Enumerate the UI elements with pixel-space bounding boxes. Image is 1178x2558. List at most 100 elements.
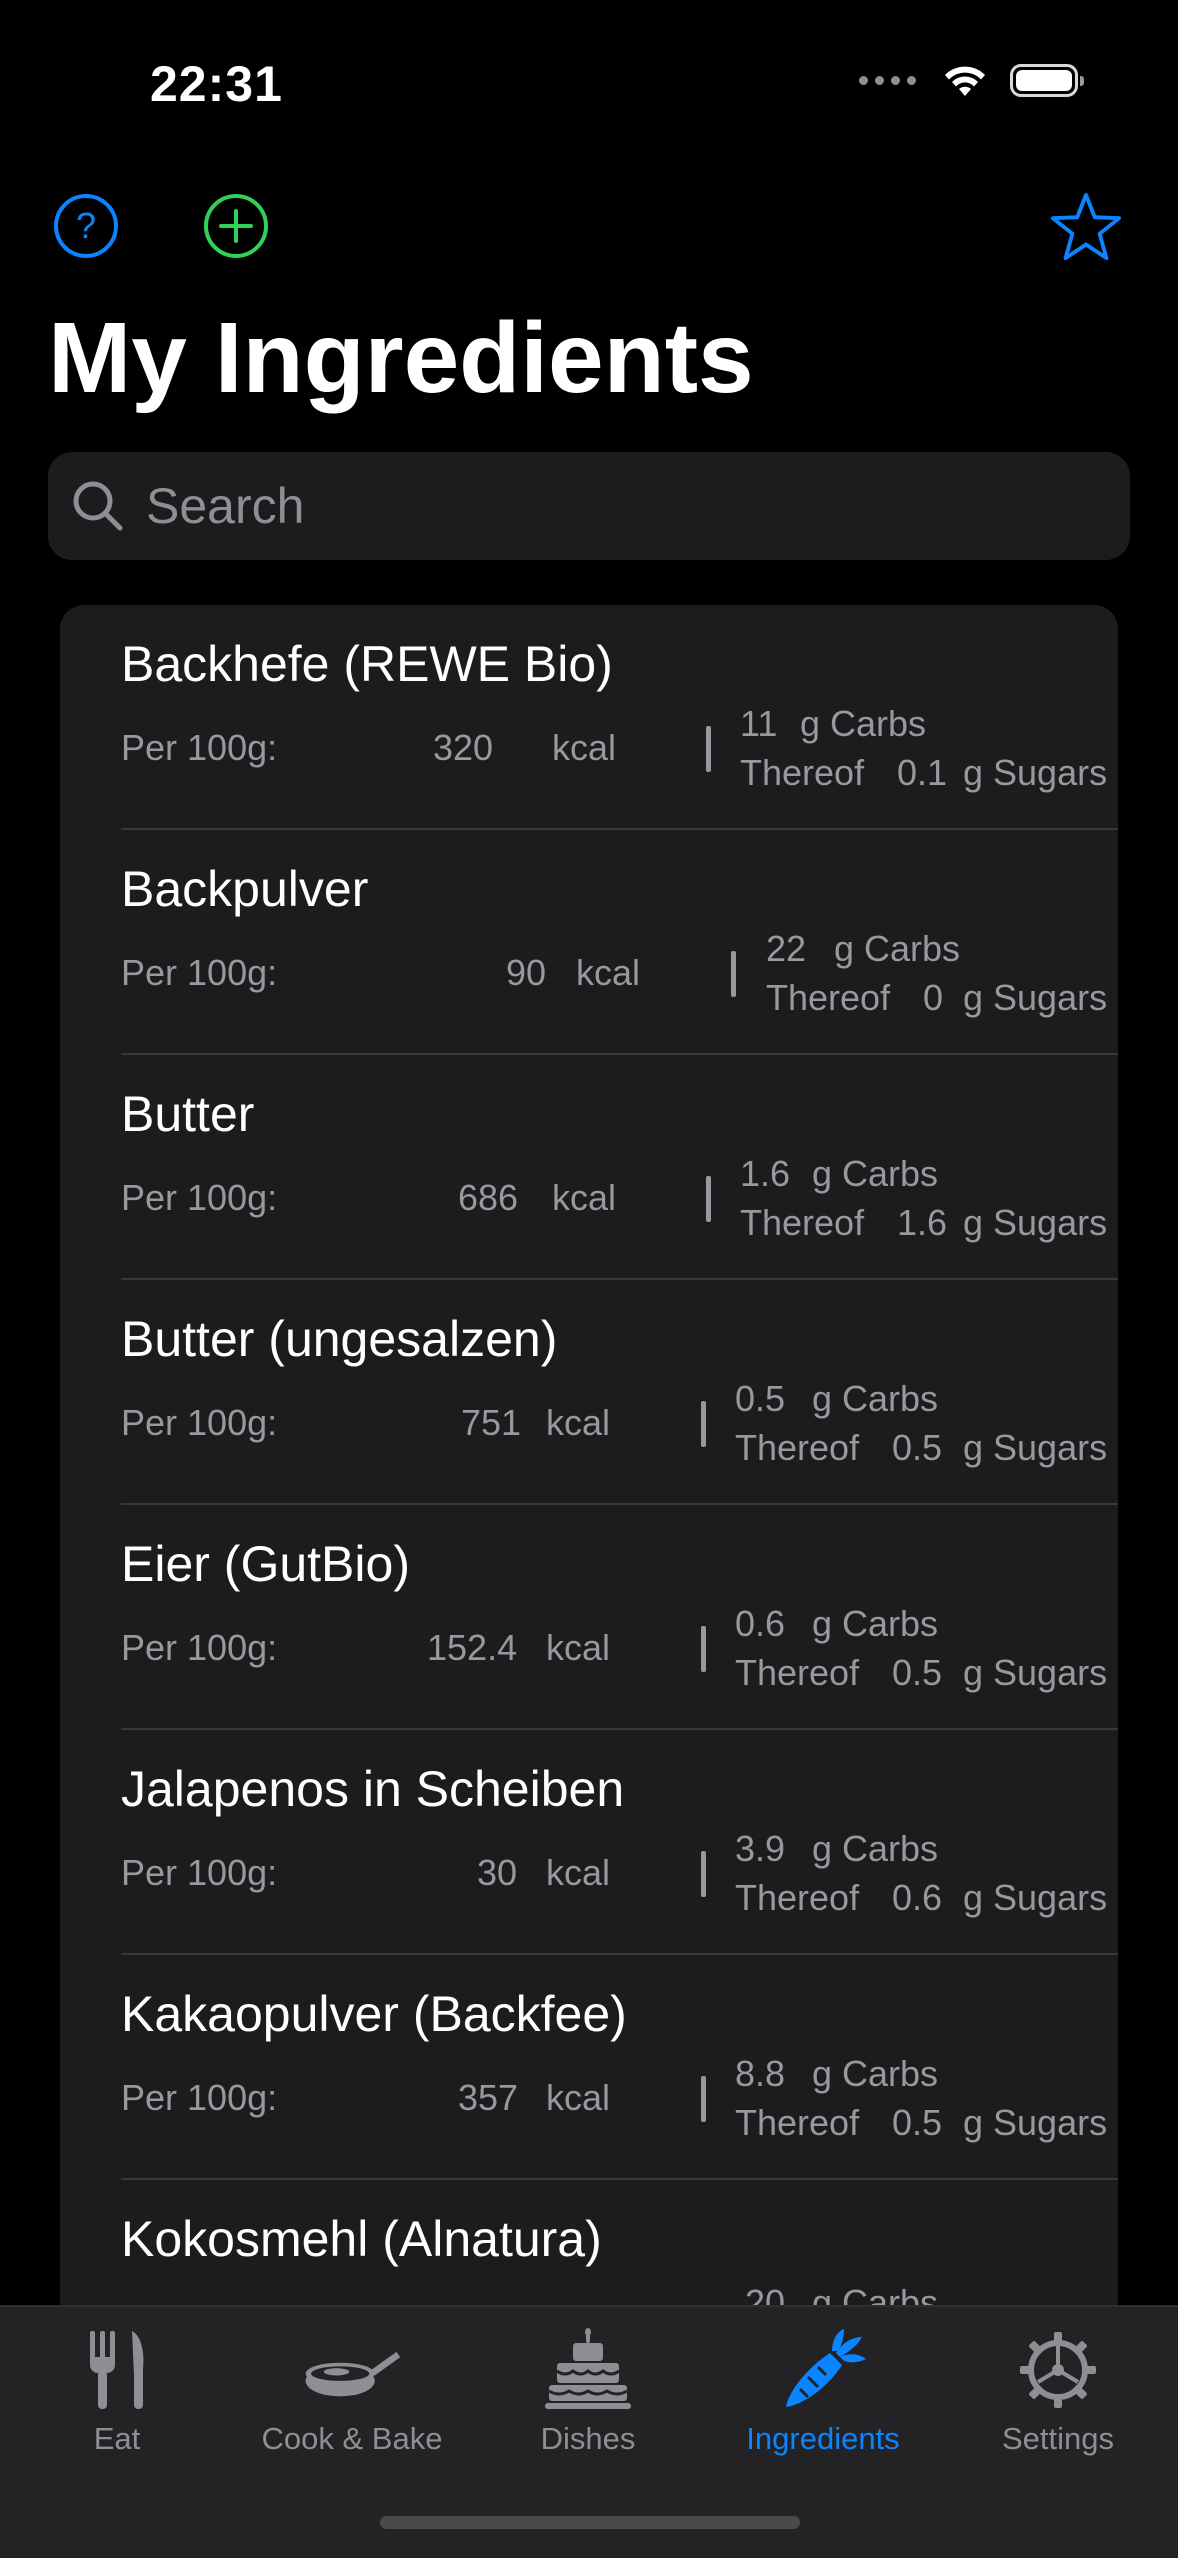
ingredient-row[interactable]: Kakaopulver (Backfee) Per 100g: 357 kcal…	[121, 1955, 1118, 2180]
ingredient-row[interactable]: Backpulver Per 100g: 90 kcal 22 g Carbs T…	[121, 830, 1118, 1055]
carbs-line: 0.6 g Carbs	[735, 1603, 938, 1645]
navigation-bar: ?	[0, 190, 1178, 270]
kcal-value: 320	[433, 727, 494, 768]
sugars-line: Thereof 0.5 g Sugars	[735, 1427, 1107, 1469]
sugars-unit: g Sugars	[963, 2102, 1108, 2143]
ingredient-row[interactable]: Eier (GutBio) Per 100g: 152.4 kcal 0.6 g …	[121, 1505, 1118, 1730]
tab-cook-and-bake[interactable]: Cook & Bake	[242, 2322, 462, 2472]
carbs-unit: g Carbs	[812, 1378, 939, 1419]
add-ingredient-button[interactable]	[200, 190, 272, 262]
plus-circle-icon	[204, 194, 268, 258]
sugars-unit: g Sugars	[963, 1427, 1108, 1468]
separator	[701, 2076, 706, 2122]
gear-icon	[1008, 2322, 1108, 2417]
wifi-icon	[945, 66, 985, 96]
frying-pan-icon	[302, 2322, 402, 2417]
cellular-signal-icon	[859, 75, 916, 85]
separator	[701, 1401, 706, 1447]
sugars-line: Thereof 1.6 g Sugars	[740, 1202, 1107, 1244]
carbs-value: 0.6	[735, 1603, 786, 1644]
help-button[interactable]: ?	[50, 190, 122, 262]
sugars-line: Thereof 0.5 g Sugars	[735, 1652, 1107, 1694]
carbs-unit: g Carbs	[812, 2053, 939, 2094]
ingredient-name: Butter	[121, 1086, 255, 1142]
sugars-value: 0.6	[892, 1877, 943, 1918]
tab-dishes[interactable]: Dishes	[478, 2322, 698, 2472]
carbs-line: 8.8 g Carbs	[735, 2053, 938, 2095]
tab-settings[interactable]: Settings	[948, 2322, 1168, 2472]
ingredient-name: Backpulver	[121, 861, 369, 917]
sugars-value: 1.6	[897, 1202, 948, 1243]
sugars-unit: g Sugars	[963, 1652, 1108, 1693]
ingredient-name: Jalapenos in Scheiben	[121, 1761, 625, 1817]
ingredient-row[interactable]: Butter Per 100g: 686 kcal 1.6 g Carbs The…	[121, 1055, 1118, 1280]
sugars-unit: g Sugars	[963, 1202, 1108, 1243]
carbs-unit: g Carbs	[812, 1603, 939, 1644]
per-100g-label: Per 100g:	[121, 1852, 278, 1893]
per-100g-label: Per 100g:	[121, 727, 278, 768]
birthday-cake-icon	[538, 2322, 638, 2417]
ingredient-list: Backhefe (REWE Bio) Per 100g: 320 kcal 1…	[60, 605, 1118, 2305]
carbs-value: 1.6	[740, 1153, 791, 1194]
separator	[706, 726, 711, 772]
status-icons	[859, 62, 1084, 98]
favorites-button[interactable]	[1050, 190, 1122, 262]
tab-label: Eat	[93, 2421, 141, 2456]
carbs-unit: g Carbs	[812, 1828, 939, 1869]
ingredient-row[interactable]: Kokosmehl (Alnatura) 20 g Carbs	[121, 2180, 1118, 2305]
sugars-value: 0.1	[897, 752, 948, 793]
tab-eat[interactable]: Eat	[7, 2322, 227, 2472]
sugars-value: 0.5	[892, 1427, 943, 1468]
kcal-unit: kcal	[552, 727, 617, 768]
ingredient-name: Butter (ungesalzen)	[121, 1311, 558, 1367]
svg-text:?: ?	[76, 205, 96, 246]
tab-ingredients[interactable]: Ingredients	[713, 2322, 933, 2472]
ingredient-name: Kakaopulver (Backfee)	[121, 1986, 627, 2042]
sugars-value: 0.5	[892, 1652, 943, 1693]
sugars-line: Thereof 0.5 g Sugars	[735, 2102, 1107, 2144]
thereof-label: Thereof	[735, 1652, 860, 1693]
tab-label: Ingredients	[746, 2421, 900, 2456]
thereof-label: Thereof	[735, 1427, 860, 1468]
kcal-value: 357	[458, 2077, 519, 2118]
tab-label: Settings	[1001, 2421, 1114, 2456]
sugars-value: 0	[923, 977, 944, 1018]
carbs-unit: g Carbs	[800, 703, 927, 744]
status-bar: 22:31	[0, 0, 1178, 170]
ingredient-row[interactable]: Jalapenos in Scheiben Per 100g: 30 kcal …	[121, 1730, 1118, 1955]
star-icon	[1050, 192, 1122, 261]
carbs-line: 0.5 g Carbs	[735, 1378, 938, 1420]
search-bar[interactable]	[48, 452, 1130, 560]
thereof-label: Thereof	[740, 752, 865, 793]
kcal-value: 751	[461, 1402, 522, 1443]
sugars-line: Thereof 0.1 g Sugars	[740, 752, 1107, 794]
carbs-value: 20	[745, 2282, 786, 2305]
search-input[interactable]	[144, 476, 1048, 536]
ingredient-row[interactable]: Backhefe (REWE Bio) Per 100g: 320 kcal 1…	[121, 605, 1118, 830]
kcal-unit: kcal	[546, 2077, 611, 2118]
separator	[701, 1851, 706, 1897]
separator	[701, 1626, 706, 1672]
status-time: 22:31	[150, 56, 283, 112]
carbs-line: 11 g Carbs	[740, 703, 926, 745]
page-title: My Ingredients	[48, 302, 754, 414]
kcal-unit: kcal	[546, 1627, 611, 1668]
sugars-line: Thereof 0 g Sugars	[766, 977, 1107, 1019]
home-indicator[interactable]	[380, 2516, 800, 2529]
carbs-unit: g Carbs	[812, 1153, 939, 1194]
separator	[731, 951, 736, 997]
carbs-value: 11	[740, 703, 778, 744]
ingredient-name: Kokosmehl (Alnatura)	[121, 2211, 602, 2267]
carbs-value: 8.8	[735, 2053, 786, 2094]
separator	[706, 1176, 711, 1222]
thereof-label: Thereof	[740, 1202, 865, 1243]
kcal-unit: kcal	[552, 1177, 617, 1218]
kcal-unit: kcal	[546, 1852, 611, 1893]
carbs-value: 22	[766, 928, 807, 969]
kcal-unit: kcal	[546, 1402, 611, 1443]
question-circle-icon: ?	[54, 194, 118, 258]
ingredient-row[interactable]: Butter (ungesalzen) Per 100g: 751 kcal 0…	[121, 1280, 1118, 1505]
carrot-icon	[773, 2322, 873, 2417]
carbs-unit: g Carbs	[812, 2282, 939, 2305]
thereof-label: Thereof	[766, 977, 891, 1018]
